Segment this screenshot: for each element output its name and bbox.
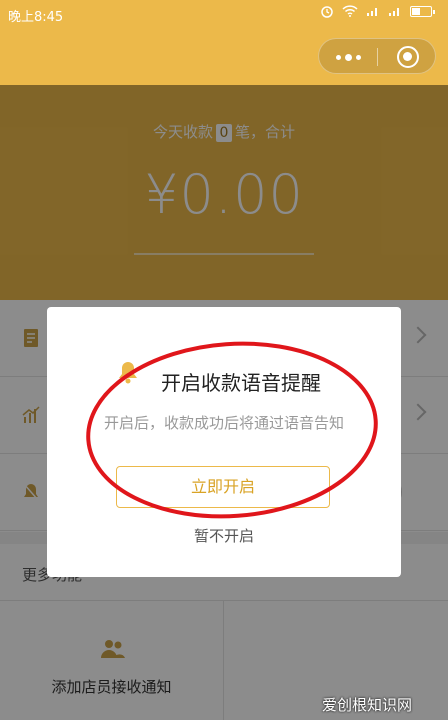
enable-now-button[interactable]: 立即开启	[116, 466, 330, 508]
wifi-icon	[342, 5, 358, 17]
mini-program-navbar	[0, 28, 448, 85]
bell-icon	[119, 362, 137, 384]
alarm-icon	[321, 6, 333, 18]
close-mini-program-icon[interactable]	[397, 46, 419, 68]
signal-icon-2	[389, 8, 399, 16]
not-now-link[interactable]: 暂不开启	[47, 525, 401, 546]
status-icons	[320, 4, 440, 18]
voice-reminder-dialog: 开启收款语音提醒 开启后，收款成功后将通过语音告知 立即开启 暂不开启	[47, 307, 401, 577]
watermark: 爱创根知识网	[322, 696, 413, 714]
dialog-title: 开启收款语音提醒	[161, 371, 321, 395]
dialog-description: 开启后，收款成功后将通过语音告知	[103, 414, 344, 432]
signal-icon	[367, 8, 377, 16]
capsule-divider	[377, 48, 378, 66]
more-options-icon[interactable]	[333, 51, 363, 63]
capsule-menu	[318, 38, 436, 74]
status-time: 晚上8:45	[8, 10, 64, 25]
status-bar: 晚上8:45	[0, 0, 448, 28]
battery-icon	[410, 5, 435, 17]
